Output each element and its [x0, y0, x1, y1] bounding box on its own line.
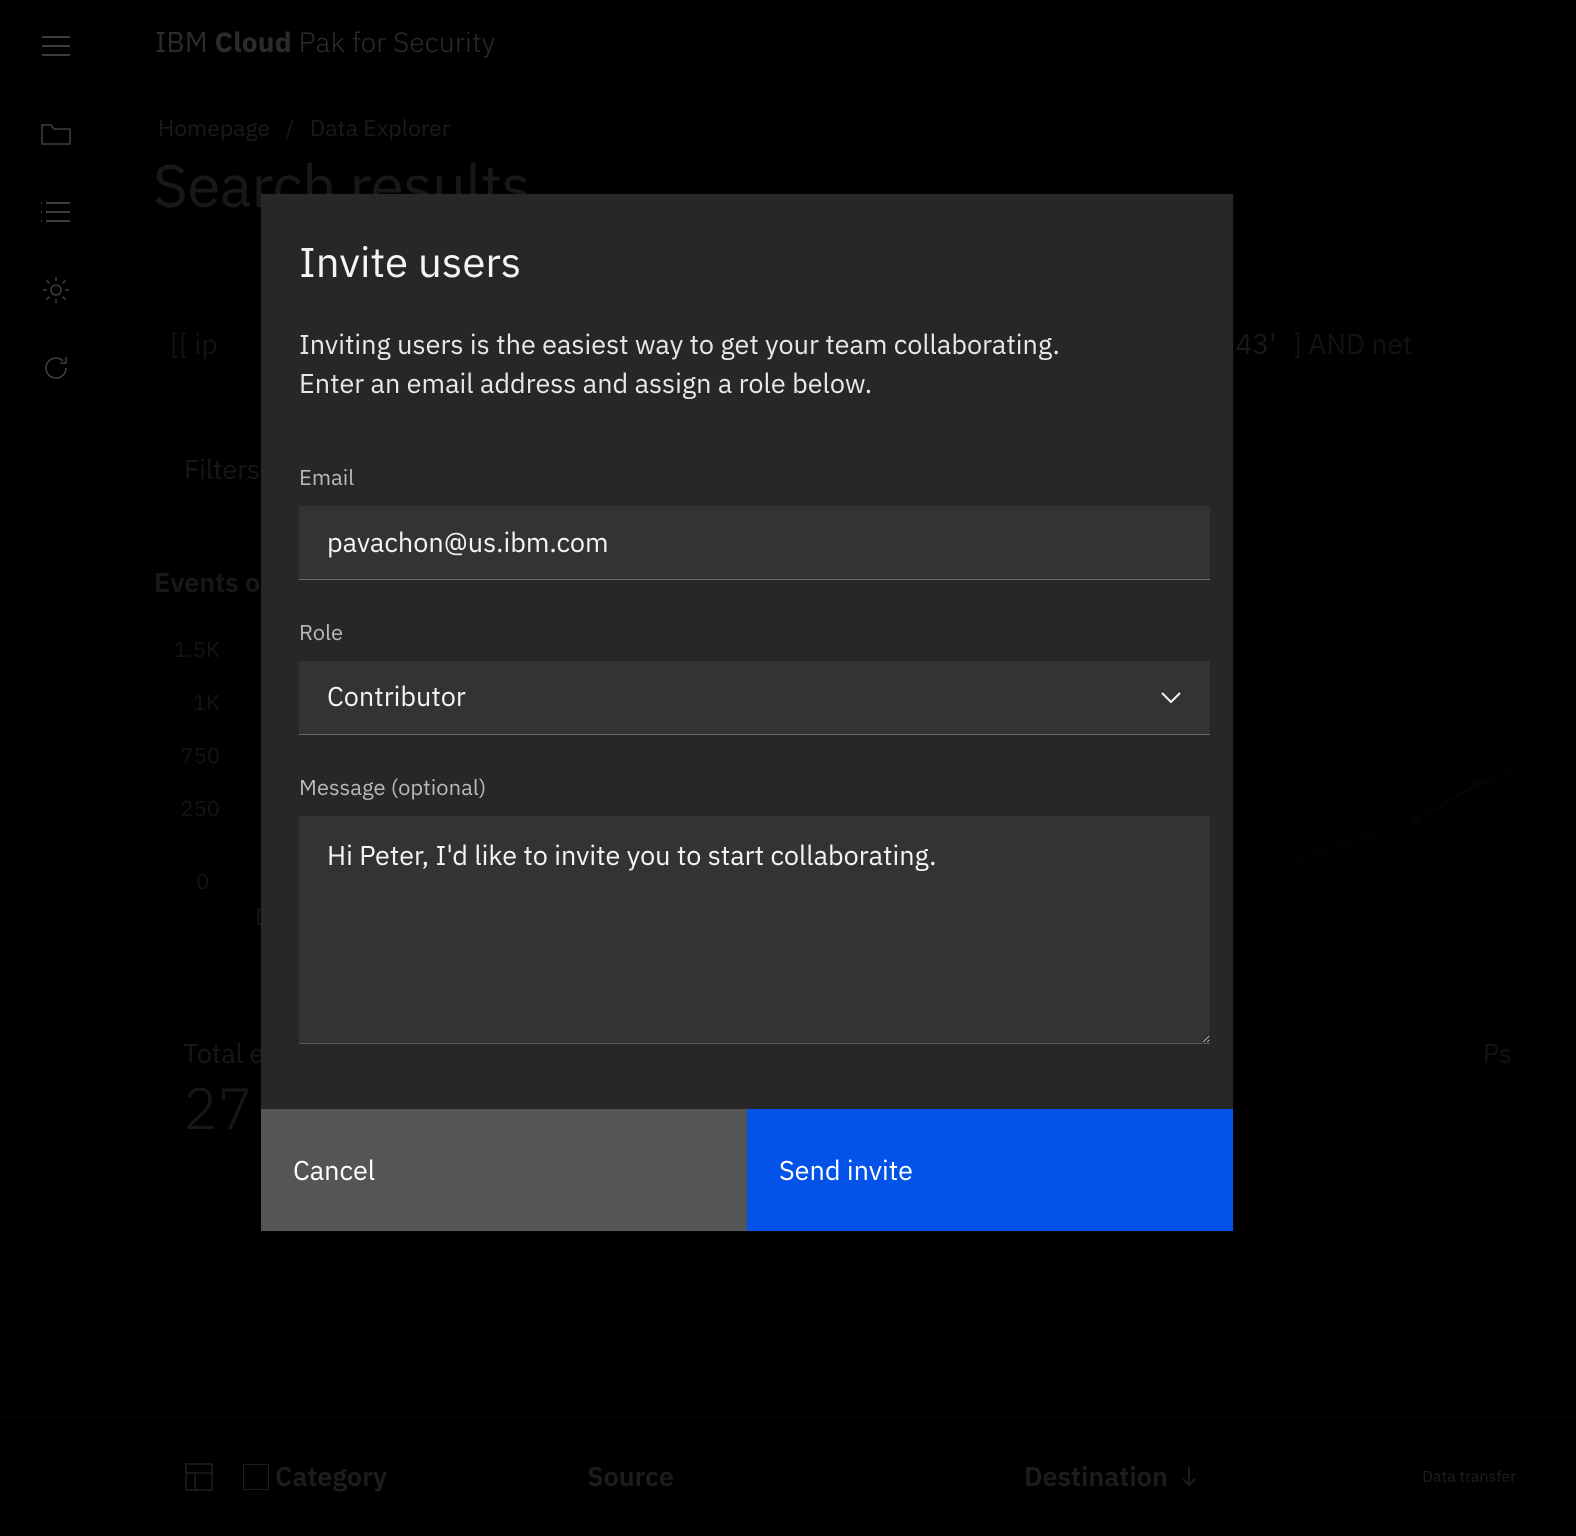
send-invite-button[interactable]: Send invite — [747, 1109, 1233, 1231]
invite-users-modal: Invite users Inviting users is the easie… — [261, 194, 1233, 1231]
role-field-group: Role Contributor — [299, 618, 1195, 735]
email-field-group: Email — [299, 463, 1195, 580]
role-label: Role — [299, 618, 1195, 647]
message-textarea[interactable] — [299, 816, 1210, 1044]
email-input[interactable] — [299, 506, 1210, 580]
modal-description: Inviting users is the easiest way to get… — [299, 325, 1195, 403]
cancel-button[interactable]: Cancel — [261, 1109, 747, 1231]
modal-title: Invite users — [299, 234, 1195, 289]
modal-actions: Cancel Send invite — [261, 1109, 1233, 1231]
message-field-group: Message (optional) — [299, 773, 1195, 1049]
message-label: Message (optional) — [299, 773, 1195, 802]
role-select[interactable]: Contributor — [299, 661, 1210, 735]
email-label: Email — [299, 463, 1195, 492]
